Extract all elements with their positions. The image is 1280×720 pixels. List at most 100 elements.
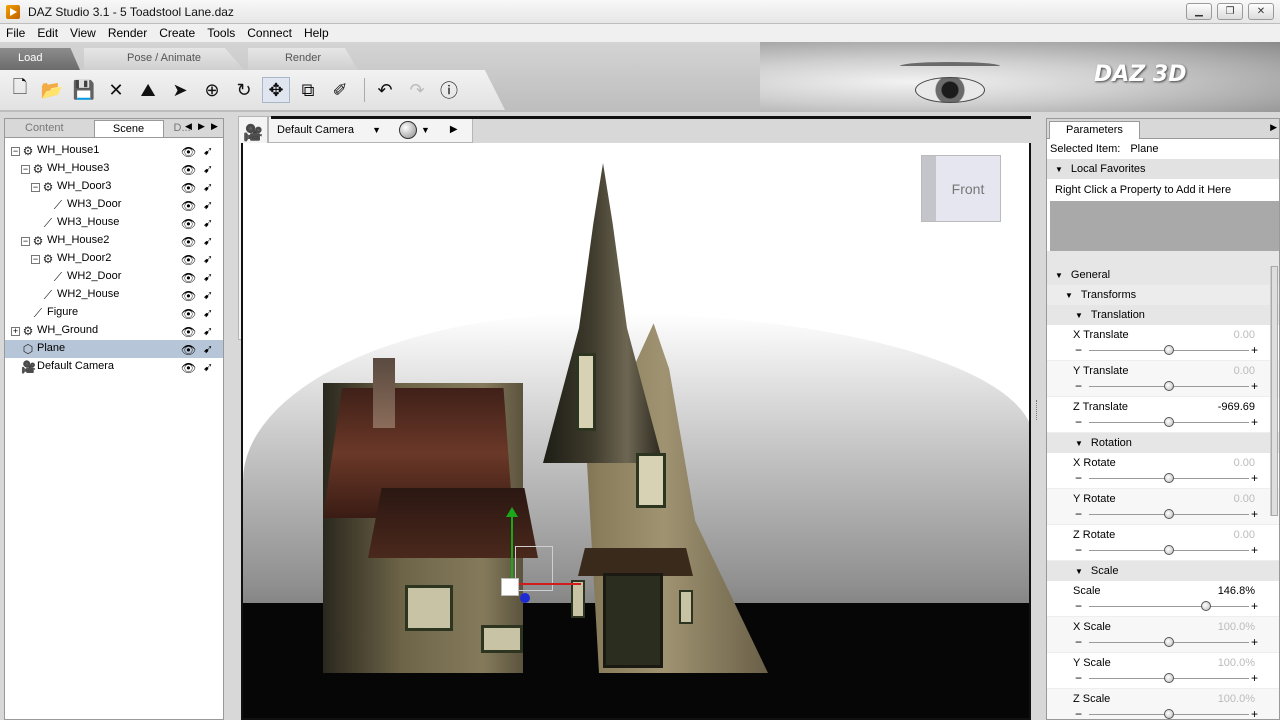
- increment-icon[interactable]: +: [1251, 415, 1258, 429]
- parameter-value[interactable]: 100.0%: [1218, 693, 1255, 705]
- visibility-eye-icon[interactable]: 👁: [181, 271, 196, 285]
- visibility-eye-icon[interactable]: 👁: [181, 361, 196, 375]
- menu-edit[interactable]: Edit: [31, 26, 64, 40]
- tree-expander-icon[interactable]: −: [31, 255, 40, 264]
- tab-scroll-left-icon[interactable]: ◀: [182, 121, 195, 132]
- tree-expander-icon[interactable]: −: [21, 237, 30, 246]
- decrement-icon[interactable]: −: [1075, 507, 1082, 521]
- visibility-eye-icon[interactable]: 👁: [181, 307, 196, 321]
- decrement-icon[interactable]: −: [1075, 635, 1082, 649]
- slider-knob[interactable]: [1164, 509, 1174, 519]
- parameter-value[interactable]: 0.00: [1234, 529, 1255, 541]
- increment-icon[interactable]: +: [1251, 471, 1258, 485]
- decrement-icon[interactable]: −: [1075, 379, 1082, 393]
- delete-icon[interactable]: ✕: [102, 77, 130, 103]
- minimize-button[interactable]: ▁: [1186, 3, 1212, 20]
- parameter-value[interactable]: 0.00: [1234, 365, 1255, 377]
- slider-knob[interactable]: [1200, 601, 1211, 611]
- tab-scene[interactable]: Scene: [93, 120, 164, 137]
- save-icon[interactable]: 💾: [70, 77, 98, 103]
- scene-tree-row[interactable]: − ⚙ WH_House3 👁 ➹: [5, 160, 223, 178]
- panel-menu-arrow-icon[interactable]: ▶: [1270, 122, 1277, 133]
- tab-scroll-right-icon[interactable]: ▶: [195, 121, 208, 132]
- scene-icon[interactable]: ⛰: [134, 77, 162, 103]
- tab-render[interactable]: Render: [248, 48, 358, 70]
- scene-tree-row[interactable]: ⬡ Plane 👁 ➹: [5, 340, 223, 358]
- menu-render[interactable]: Render: [102, 26, 153, 40]
- parameter-value[interactable]: 100.0%: [1218, 621, 1255, 633]
- parameter-value[interactable]: 0.00: [1234, 493, 1255, 505]
- favorites-drop-area[interactable]: [1050, 201, 1279, 251]
- increment-icon[interactable]: +: [1251, 507, 1258, 521]
- increment-icon[interactable]: +: [1251, 635, 1258, 649]
- visibility-eye-icon[interactable]: 👁: [181, 343, 196, 357]
- 3d-viewport[interactable]: Front: [241, 143, 1031, 720]
- slider-knob[interactable]: [1164, 673, 1174, 683]
- tab-parameters[interactable]: Parameters: [1049, 121, 1140, 139]
- decrement-icon[interactable]: −: [1075, 343, 1082, 357]
- slider-track[interactable]: [1089, 606, 1249, 607]
- refresh-icon[interactable]: ↻: [230, 77, 258, 103]
- help-icon[interactable]: ⓘ: [435, 77, 463, 103]
- visibility-eye-icon[interactable]: 👁: [181, 325, 196, 339]
- gizmo-z-axis[interactable]: [520, 593, 530, 603]
- visibility-eye-icon[interactable]: 👁: [181, 253, 196, 267]
- parameter-value[interactable]: 0.00: [1234, 329, 1255, 341]
- section-splitter[interactable]: [1047, 251, 1279, 265]
- gizmo-x-axis[interactable]: [511, 583, 581, 585]
- decrement-icon[interactable]: −: [1075, 671, 1082, 685]
- scene-tree-row[interactable]: 🎥 Default Camera 👁 ➹: [5, 358, 223, 376]
- visibility-eye-icon[interactable]: 👁: [181, 181, 196, 195]
- increment-icon[interactable]: +: [1251, 343, 1258, 357]
- local-favorites-header[interactable]: ▼ Local Favorites: [1047, 159, 1279, 179]
- selectable-cursor-icon[interactable]: ➹: [203, 324, 213, 338]
- decrement-icon[interactable]: −: [1075, 543, 1082, 557]
- decrement-icon[interactable]: −: [1075, 415, 1082, 429]
- selectable-cursor-icon[interactable]: ➹: [203, 306, 213, 320]
- selectable-cursor-icon[interactable]: ➹: [203, 288, 213, 302]
- view-cube[interactable]: Front: [921, 155, 1001, 222]
- selectable-cursor-icon[interactable]: ➹: [203, 342, 213, 356]
- scene-tree-row[interactable]: ⟋ WH2_House 👁 ➹: [5, 286, 223, 304]
- increment-icon[interactable]: +: [1251, 671, 1258, 685]
- general-group[interactable]: ▼ General: [1047, 265, 1279, 285]
- select-arrow-icon[interactable]: ➤: [166, 77, 194, 103]
- parameter-value[interactable]: 146.8%: [1218, 585, 1255, 597]
- redo-icon[interactable]: ↷: [403, 77, 431, 103]
- slider-knob[interactable]: [1164, 709, 1174, 719]
- scale-group[interactable]: ▼ Scale: [1047, 561, 1279, 581]
- universal-tool-icon[interactable]: ✐: [326, 77, 354, 103]
- increment-icon[interactable]: +: [1251, 707, 1258, 719]
- scene-tree-row[interactable]: ⟋ WH3_Door 👁 ➹: [5, 196, 223, 214]
- move-icon[interactable]: ✥: [262, 77, 290, 103]
- increment-icon[interactable]: +: [1251, 599, 1258, 613]
- shading-dropdown-icon[interactable]: ▼: [421, 125, 430, 135]
- visibility-eye-icon[interactable]: 👁: [181, 289, 196, 303]
- selectable-cursor-icon[interactable]: ➹: [203, 252, 213, 266]
- scene-tree-row[interactable]: − ⚙ WH_Door3 👁 ➹: [5, 178, 223, 196]
- new-file-icon[interactable]: 🗋: [6, 77, 34, 103]
- menu-tools[interactable]: Tools: [201, 26, 241, 40]
- scale-icon[interactable]: ⧉: [294, 77, 322, 103]
- open-folder-icon[interactable]: 📂: [38, 77, 66, 103]
- slider-knob[interactable]: [1164, 637, 1174, 647]
- scene-tree-row[interactable]: + ⚙ WH_Ground 👁 ➹: [5, 322, 223, 340]
- viewport-play-icon[interactable]: ▶: [450, 124, 458, 135]
- splitter-handle[interactable]: [1036, 400, 1040, 420]
- menu-view[interactable]: View: [64, 26, 102, 40]
- decrement-icon[interactable]: −: [1075, 471, 1082, 485]
- rotate-icon[interactable]: ⊕: [198, 77, 226, 103]
- slider-knob[interactable]: [1164, 417, 1174, 427]
- visibility-eye-icon[interactable]: 👁: [181, 217, 196, 231]
- scene-tree-row[interactable]: ⟋ WH3_House 👁 ➹: [5, 214, 223, 232]
- tab-content[interactable]: Content: [15, 120, 74, 137]
- tab-pose-animate[interactable]: Pose / Animate: [84, 48, 244, 70]
- gizmo-center[interactable]: [501, 578, 519, 596]
- selectable-cursor-icon[interactable]: ➹: [203, 162, 213, 176]
- visibility-eye-icon[interactable]: 👁: [181, 145, 196, 159]
- scene-tree-row[interactable]: ⟋ WH2_Door 👁 ➹: [5, 268, 223, 286]
- selectable-cursor-icon[interactable]: ➹: [203, 216, 213, 230]
- parameter-value[interactable]: 0.00: [1234, 457, 1255, 469]
- menu-help[interactable]: Help: [298, 26, 335, 40]
- panel-menu-icon[interactable]: ▶: [208, 121, 221, 132]
